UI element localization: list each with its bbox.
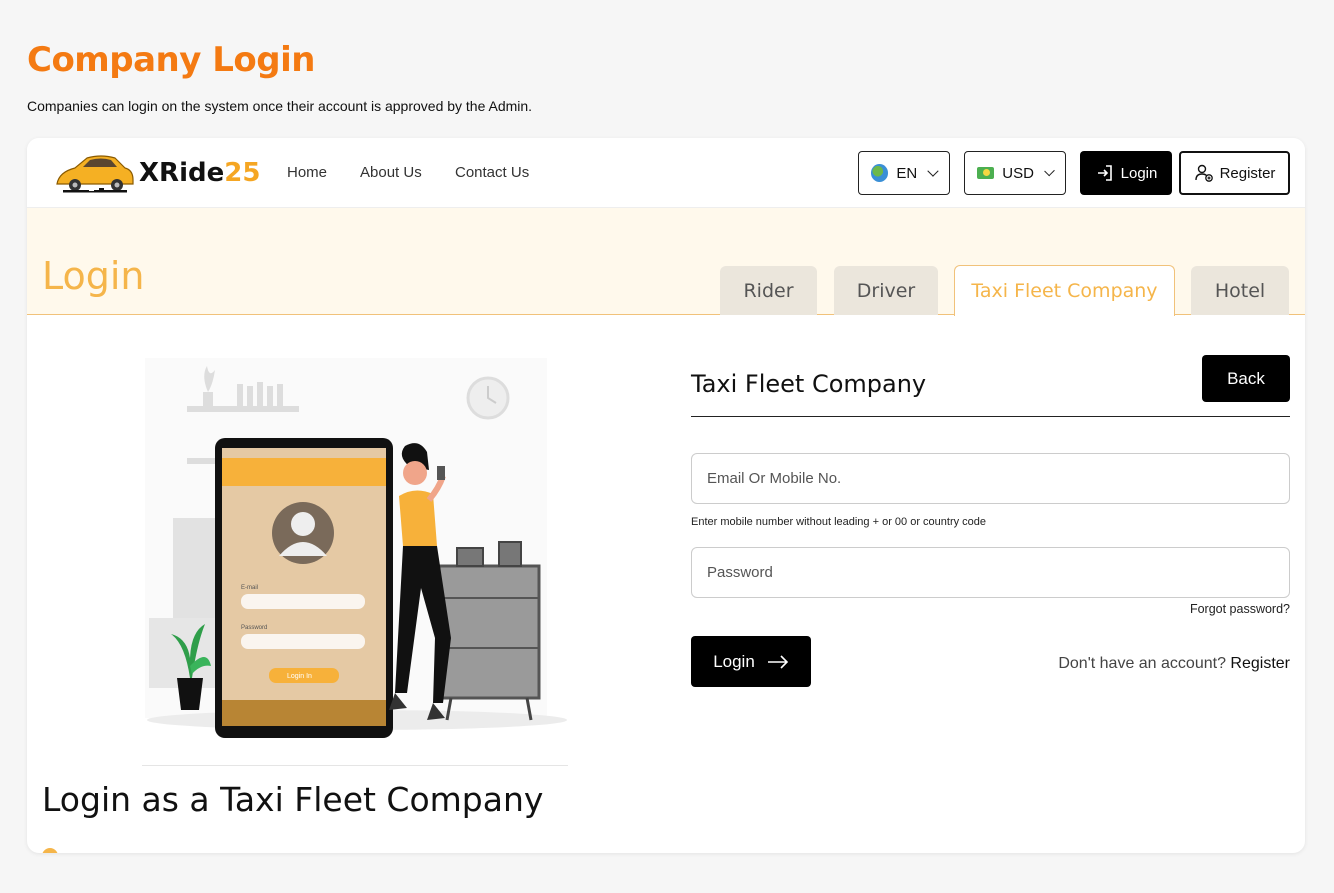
no-account-text: Don't have an account? Register: [1027, 655, 1290, 673]
login-icon: [1097, 165, 1112, 181]
currency-select[interactable]: USD: [964, 151, 1066, 195]
password-input[interactable]: [691, 547, 1290, 598]
form-title: Taxi Fleet Company: [691, 370, 927, 398]
form-title-divider: [691, 416, 1290, 417]
language-select[interactable]: EN: [858, 151, 950, 195]
email-hint: Enter mobile number without leading + or…: [691, 516, 987, 528]
chevron-down-icon: [927, 165, 939, 177]
globe-icon: [871, 164, 889, 182]
chevron-down-icon: [1044, 165, 1055, 177]
login-card: XRide25 Home About Us Contact Us EN USD …: [27, 138, 1305, 853]
illustration-divider: [142, 765, 568, 766]
arrow-right-icon: [767, 654, 788, 669]
nav-about-us-link[interactable]: About Us: [360, 164, 422, 181]
login-banner: Login Rider Driver Taxi Fleet Company Ho…: [27, 208, 1305, 316]
banner-title: Login: [42, 254, 145, 298]
header-login-label: Login: [1120, 164, 1158, 182]
tab-taxi-fleet-company[interactable]: Taxi Fleet Company: [954, 265, 1175, 316]
money-bill-icon: [977, 167, 995, 179]
user-add-icon: [1194, 164, 1213, 182]
page-subtitle: Companies can login on the system once t…: [27, 98, 533, 114]
language-value: EN: [896, 164, 918, 182]
illus-password-label: Password: [241, 625, 267, 631]
brand-name[interactable]: XRide25: [139, 158, 260, 188]
register-link[interactable]: Register: [1230, 655, 1290, 672]
page-title: Company Login: [27, 40, 315, 80]
email-mobile-input[interactable]: [691, 453, 1290, 504]
back-button[interactable]: Back: [1202, 355, 1290, 402]
taxi-car-logo-icon[interactable]: [53, 150, 137, 196]
tab-driver[interactable]: Driver: [834, 266, 938, 315]
bullet-icon: [42, 848, 58, 853]
login-illustration: E-mail Password Login In: [145, 358, 567, 738]
login-submit-button[interactable]: Login: [691, 636, 811, 687]
header-register-label: Register: [1219, 164, 1276, 182]
header-register-button[interactable]: Register: [1179, 151, 1290, 195]
left-heading: Login as a Taxi Fleet Company: [42, 780, 544, 819]
header-login-button[interactable]: Login: [1080, 151, 1172, 195]
nav-home-link[interactable]: Home: [287, 164, 327, 181]
no-account-label: Don't have an account?: [1058, 655, 1226, 672]
login-submit-label: Login: [713, 651, 755, 671]
forgot-password-link[interactable]: Forgot password?: [1167, 602, 1290, 616]
tab-hotel[interactable]: Hotel: [1191, 266, 1289, 315]
illus-login-button-label: Login In: [287, 673, 312, 680]
currency-value: USD: [1002, 164, 1034, 182]
nav-contact-us-link[interactable]: Contact Us: [455, 164, 529, 181]
top-navbar: XRide25 Home About Us Contact Us EN USD …: [27, 138, 1305, 208]
illus-email-label: E-mail: [241, 585, 258, 591]
tab-rider[interactable]: Rider: [720, 266, 817, 315]
